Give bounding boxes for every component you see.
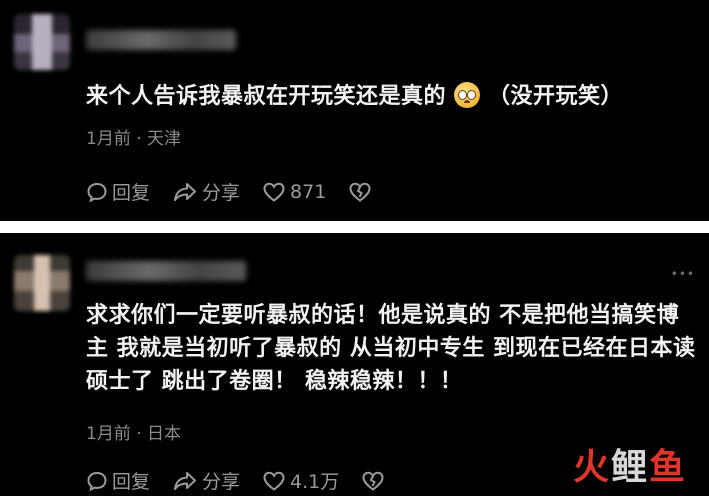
username-blurred[interactable] [86,261,246,281]
comment-actions: 回复 分享 871 [86,178,398,205]
watermark-part: 鱼 [648,447,687,488]
comment-card: 来个人告诉我暴叔在开玩笑还是真的 （没开玩笑） 1月前 · 天津 回复 分享 87… [0,0,709,221]
reply-button[interactable]: 回复 [86,178,150,205]
reply-label: 回复 [112,471,151,493]
share-arrow-icon [174,182,197,201]
avatar[interactable] [14,14,70,70]
reply-button[interactable]: 回复 [86,467,150,494]
like-button[interactable]: 4.1万 [262,467,339,494]
comment-line: 主 我就是当初听了暴叔的 从当初中专生 到现在已经在日本读 [86,336,696,361]
speech-bubble-icon [87,182,107,202]
watermark-logo: 火鲤鱼 [573,438,687,490]
comment-meta: 1月前 · 天津 [86,129,182,149]
comment-suffix: （没开玩笑） [488,84,624,109]
username-blurred[interactable] [86,30,236,50]
watermark-part: 火 [572,447,611,488]
heart-icon [263,471,285,491]
comment-text: 求求你们一定要听暴叔的话！他是说真的 不是把他当搞笑博 主 我就是当初听了暴叔的… [86,299,698,398]
pleading-face-emoji-icon [454,82,481,108]
like-count: 4.1万 [290,471,340,493]
comment-meta: 1月前 · 日本 [86,424,182,444]
comment-actions: 回复 分享 4.1万 [86,467,411,494]
share-label: 分享 [202,471,241,493]
dislike-button[interactable] [361,470,389,492]
share-button[interactable]: 分享 [172,178,240,205]
dislike-button[interactable] [348,181,376,203]
watermark-part: 鲤 [610,447,649,488]
comment-text: 来个人告诉我暴叔在开玩笑还是真的 （没开玩笑） [86,80,706,113]
avatar[interactable] [14,255,70,311]
heart-icon [263,182,285,202]
broken-heart-icon [349,182,371,202]
speech-bubble-icon [87,471,107,491]
comment-line: 硕士了 跳出了卷圈！ 稳辣稳辣！！！ [86,369,463,394]
like-button[interactable]: 871 [262,181,326,203]
share-arrow-icon [174,471,197,490]
comment-card: ••• 求求你们一定要听暴叔的话！他是说真的 不是把他当搞笑博 主 我就是当初听… [0,233,709,496]
reply-label: 回复 [112,182,151,204]
like-count: 871 [290,180,327,203]
share-label: 分享 [202,182,241,204]
comment-body: 来个人告诉我暴叔在开玩笑还是真的 [86,84,447,109]
broken-heart-icon [362,471,384,491]
comment-line: 求求你们一定要听暴叔的话！他是说真的 不是把他当搞笑博 [86,303,680,328]
more-options-icon[interactable]: ••• [671,267,695,281]
share-button[interactable]: 分享 [172,467,240,494]
